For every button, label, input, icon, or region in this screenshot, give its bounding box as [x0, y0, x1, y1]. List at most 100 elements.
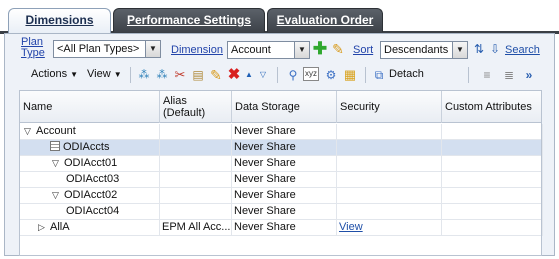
column-header-data-storage[interactable]: Data Storage — [232, 91, 337, 123]
cell-alias — [160, 156, 232, 172]
expand-arrow-icon[interactable]: ▽ — [52, 188, 64, 203]
chevron-down-icon: ▼ — [145, 41, 160, 57]
toolbar-separator — [130, 67, 131, 83]
tab-performance-settings[interactable]: Performance Settings — [113, 8, 265, 32]
cell-security: View — [337, 220, 442, 236]
collapse-arrow-icon[interactable]: ▷ — [38, 220, 50, 235]
cell-custom-attributes — [442, 220, 543, 236]
cell-data-storage-text: Never Share — [234, 125, 296, 137]
column-header-security[interactable]: Security — [337, 91, 442, 123]
cell-security — [337, 204, 442, 220]
tab-dimensions[interactable]: Dimensions — [8, 8, 111, 34]
cell-name: ▽ Account — [20, 124, 160, 140]
add-child-icon[interactable]: ⁂ — [136, 67, 152, 83]
search-link[interactable]: Search — [505, 44, 540, 56]
cell-name: ▽ ODIAcct01 — [20, 156, 160, 172]
member-name: Account — [36, 125, 76, 137]
member-name: ODIAcct01 — [64, 157, 118, 169]
find-member-icon[interactable]: ⚲ — [285, 67, 301, 83]
edit-pencil-icon[interactable]: ✎ — [208, 67, 224, 83]
cell-security — [337, 188, 442, 204]
cell-custom-attributes — [442, 204, 543, 220]
freeze-icon[interactable]: ≡ — [479, 67, 495, 83]
cell-alias — [160, 204, 232, 220]
dimensions-panel: Plan Type <All Plan Types> ▼ Dimension A… — [4, 33, 555, 256]
view-menu[interactable]: View ▼ — [87, 68, 122, 80]
cell-data-storage-text: Never Share — [234, 173, 296, 185]
delete-icon[interactable]: ✖ — [226, 67, 242, 83]
cell-data-storage: Never Share — [232, 156, 337, 172]
expand-arrow-icon[interactable]: ▽ — [52, 156, 64, 171]
dimension-members-table: Name Alias (Default) Data Storage Securi… — [19, 90, 543, 256]
add-sibling-icon[interactable]: ⁂ — [154, 67, 170, 83]
sort-ascending-icon[interactable]: ⇅ — [471, 41, 487, 57]
dimension-label: Dimension — [171, 44, 223, 56]
cell-data-storage: Never Share — [232, 140, 337, 156]
security-view-link[interactable]: View — [339, 221, 363, 233]
menu-chevron-icon: ▼ — [70, 70, 79, 79]
table-row[interactable]: ▽ ODIAcct01 Never Share — [20, 156, 543, 172]
sort-value: Descendants — [384, 44, 449, 56]
table-header: Name Alias (Default) Data Storage Securi… — [20, 91, 541, 123]
cell-name: ODIAccts — [20, 140, 160, 156]
actions-label: Actions — [31, 68, 68, 80]
cell-data-storage: Never Share — [232, 204, 337, 220]
plan-type-value: <All Plan Types> — [57, 43, 140, 55]
table-row[interactable]: ▽ Account Never Share — [20, 124, 543, 140]
column-header-custom-attributes[interactable]: Custom Attributes — [442, 91, 543, 123]
overflow-chevron-icon[interactable]: » — [521, 67, 537, 83]
detach-button[interactable]: Detach — [389, 68, 424, 80]
cell-security — [337, 156, 442, 172]
member-name: ODIAcct04 — [66, 205, 120, 217]
sort-descending-icon[interactable]: ⇩ — [487, 41, 503, 57]
xyz-attributes-icon[interactable]: xyz — [303, 67, 319, 81]
dimension-select[interactable]: Account ▼ — [227, 41, 310, 59]
wrap-icon[interactable]: ≣ — [501, 67, 517, 83]
cell-data-storage-text: Never Share — [234, 205, 296, 217]
table-row[interactable]: ODIAcct03 Never Share — [20, 172, 543, 188]
add-member-icon[interactable]: ✚ — [312, 40, 328, 57]
table-row[interactable]: ODIAcct04 Never Share — [20, 204, 543, 220]
cell-data-storage: Never Share — [232, 188, 337, 204]
cell-name: ▷ AllA — [20, 220, 160, 236]
cell-data-storage: Never Share — [232, 124, 337, 140]
member-grid-icon — [50, 141, 60, 151]
cell-alias — [160, 172, 232, 188]
tab-bar: Dimensions Performance Settings Evaluati… — [0, 0, 559, 34]
cell-alias — [160, 140, 232, 156]
table-row[interactable]: ▽ ODIAcct02 Never Share — [20, 188, 543, 204]
detach-icon[interactable]: ⧉ — [371, 67, 387, 83]
cell-custom-attributes — [442, 188, 543, 204]
expand-arrow-icon[interactable]: ▽ — [24, 124, 36, 139]
paste-icon[interactable]: ▤ — [190, 67, 206, 83]
cell-data-storage-text: Never Share — [234, 221, 296, 233]
view-label: View — [87, 68, 111, 80]
column-header-alias[interactable]: Alias (Default) — [160, 91, 232, 123]
column-header-name[interactable]: Name — [20, 91, 160, 123]
cell-security — [337, 124, 442, 140]
cut-icon[interactable]: ✂ — [172, 67, 188, 83]
cell-name: ODIAcct03 — [20, 172, 160, 188]
cell-alias: EPM All Acc... — [160, 220, 232, 236]
sort-select[interactable]: Descendants ▼ — [380, 41, 468, 59]
cell-data-storage-text: Never Share — [234, 189, 296, 201]
move-down-icon[interactable]: ▽ — [255, 67, 271, 83]
menu-chevron-icon: ▼ — [113, 70, 122, 79]
chevron-down-icon: ▼ — [294, 42, 309, 58]
tab-evaluation-order[interactable]: Evaluation Order — [267, 8, 383, 32]
plan-type-select[interactable]: <All Plan Types> ▼ — [53, 40, 161, 58]
cell-custom-attributes — [442, 124, 543, 140]
cell-security — [337, 172, 442, 188]
table-row[interactable]: ▷ AllA EPM All Acc... Never Share View — [20, 220, 543, 236]
cell-name: ▽ ODIAcct02 — [20, 188, 160, 204]
table-row[interactable]: ODIAccts Never Share — [20, 140, 543, 156]
properties-icon[interactable]: ▦ — [342, 67, 358, 83]
hierarchy-icon[interactable]: ⚙ — [323, 67, 339, 83]
edit-pencil-icon[interactable]: ✎ — [330, 41, 346, 57]
toolbar-separator — [277, 67, 278, 83]
chevron-down-icon: ▼ — [452, 42, 467, 58]
actions-menu[interactable]: Actions ▼ — [31, 68, 78, 80]
dimension-value: Account — [231, 44, 271, 56]
cell-custom-attributes — [442, 156, 543, 172]
filter-toolbar: Plan Type <All Plan Types> ▼ Dimension A… — [5, 37, 554, 62]
